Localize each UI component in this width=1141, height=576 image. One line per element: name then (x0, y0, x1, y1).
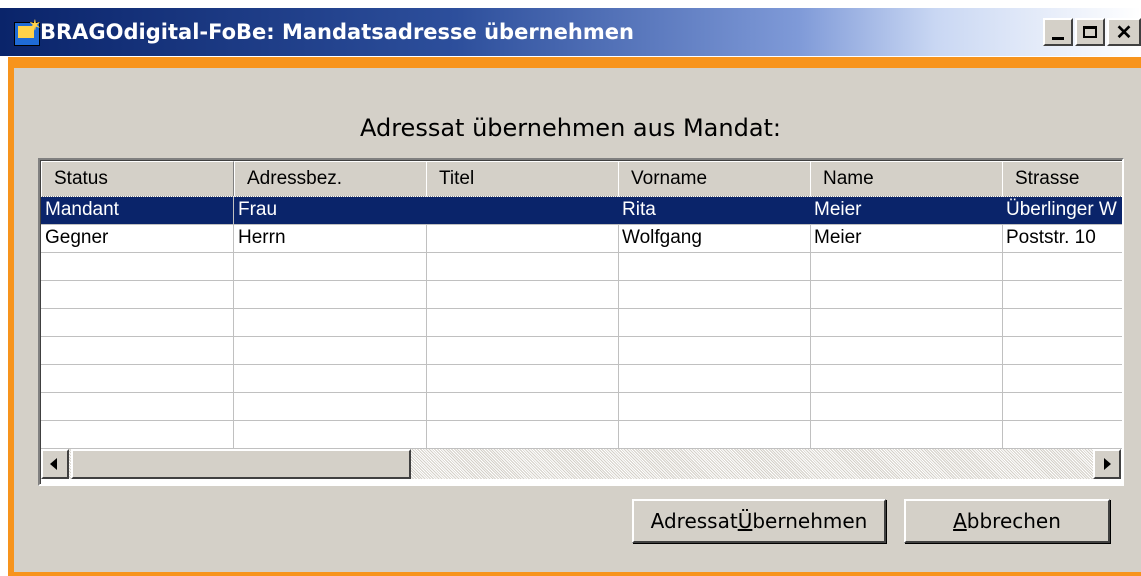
table-cell (618, 309, 811, 337)
table-row[interactable] (41, 253, 1122, 281)
table-row[interactable] (41, 281, 1122, 309)
table-cell (426, 337, 619, 365)
accept-label-mnemonic: Ü (737, 509, 753, 533)
table-cell (810, 253, 1003, 281)
table-cell (234, 365, 427, 393)
table-row[interactable] (41, 393, 1122, 421)
table-cell (810, 309, 1003, 337)
table-cell (1002, 393, 1122, 421)
table-cell (426, 197, 619, 225)
column-header[interactable]: Vorname (618, 161, 811, 197)
table-row[interactable]: Mandant Frau Rita Meier Überlinger W (41, 196, 1122, 226)
title-bar[interactable]: ✶ BRAGOdigital-FoBe: Mandatsadresse über… (0, 8, 1141, 56)
table-cell: Herrn (234, 225, 427, 253)
table-cell (810, 393, 1003, 421)
table-cell (618, 421, 811, 449)
scroll-thumb[interactable] (71, 449, 411, 479)
table-cell: Frau (234, 197, 427, 225)
table-row[interactable] (41, 421, 1122, 449)
table-cell (618, 365, 811, 393)
table-row[interactable] (41, 309, 1122, 337)
scroll-left-button[interactable] (41, 449, 69, 479)
minimize-icon (1052, 36, 1064, 40)
table-cell (426, 393, 619, 421)
column-header[interactable]: Titel (426, 161, 619, 197)
table-cell (426, 281, 619, 309)
accept-label-pre: Adressat (650, 509, 738, 533)
table-cell (41, 421, 234, 449)
table-cell: Überlinger W (1002, 197, 1122, 225)
table-cell: Rita (618, 197, 811, 225)
table-cell (618, 281, 811, 309)
table-cell (810, 337, 1003, 365)
horizontal-scrollbar[interactable] (41, 449, 1121, 479)
table-cell: Mandant (41, 197, 234, 225)
cancel-label-post: bbrechen (966, 509, 1061, 533)
cancel-button[interactable]: Abbrechen (904, 499, 1110, 543)
close-button[interactable]: ✕ (1107, 18, 1141, 46)
window-title: BRAGOdigital-FoBe: Mandatsadresse überne… (40, 20, 634, 44)
dialog-heading: Adressat übernehmen aus Mandat: (359, 114, 782, 142)
table-cell (41, 281, 234, 309)
grid-header: Status Adressbez. Titel Vorname Name Strasse (41, 161, 1122, 197)
table-cell (41, 309, 234, 337)
table-cell: Meier (810, 225, 1003, 253)
table-cell (234, 337, 427, 365)
table-cell (810, 421, 1003, 449)
column-header[interactable]: Name (810, 161, 1003, 197)
table-row[interactable]: Gegner Herrn Wolfgang Meier Poststr. 10 (41, 225, 1122, 253)
column-header[interactable]: Adressbez. (234, 161, 427, 197)
table-cell (1002, 365, 1122, 393)
column-header[interactable]: Strasse (1002, 161, 1122, 197)
grid-viewport: Status Adressbez. Titel Vorname Name Strasse … (40, 160, 1122, 484)
table-cell (41, 337, 234, 365)
table-cell: Meier (810, 197, 1003, 225)
table-cell (810, 281, 1003, 309)
table-cell: Gegner (41, 225, 234, 253)
table-cell (810, 365, 1003, 393)
app-tv-icon[interactable]: ✶ (14, 17, 41, 46)
cancel-label-mnemonic: A (953, 509, 967, 533)
table-cell (234, 421, 427, 449)
table-cell (426, 421, 619, 449)
table-row[interactable] (41, 365, 1122, 393)
dialog-window: ✶ BRAGOdigital-FoBe: Mandatsadresse über… (0, 0, 1141, 576)
table-cell (41, 365, 234, 393)
table-cell (1002, 421, 1122, 449)
scroll-right-button[interactable] (1093, 449, 1121, 479)
maximize-button[interactable] (1075, 18, 1105, 46)
table-row[interactable] (41, 337, 1122, 365)
maximize-icon (1083, 26, 1097, 38)
arrow-right-icon (1104, 458, 1111, 470)
table-cell (1002, 253, 1122, 281)
table-cell (1002, 309, 1122, 337)
table-cell (426, 309, 619, 337)
table-cell (234, 253, 427, 281)
table-cell (426, 253, 619, 281)
column-header[interactable]: Status (41, 161, 234, 197)
table-cell (1002, 337, 1122, 365)
table-cell: Poststr. 10 (1002, 225, 1122, 253)
table-cell (426, 365, 619, 393)
table-cell: Wolfgang (618, 225, 811, 253)
accept-label-post: bernehmen (752, 509, 868, 533)
table-cell (1002, 281, 1122, 309)
close-icon: ✕ (1115, 21, 1133, 44)
table-cell (234, 309, 427, 337)
table-cell (618, 393, 811, 421)
table-cell (234, 393, 427, 421)
minimize-button[interactable] (1043, 18, 1073, 46)
table-cell (618, 337, 811, 365)
table-cell (426, 225, 619, 253)
table-cell (618, 253, 811, 281)
arrow-left-icon (50, 458, 57, 470)
table-cell (234, 281, 427, 309)
table-cell (41, 253, 234, 281)
accept-address-button[interactable]: Adressat Übernehmen (632, 499, 886, 543)
table-cell (41, 393, 234, 421)
address-grid[interactable]: Status Adressbez. Titel Vorname Name Strasse … (38, 158, 1124, 486)
